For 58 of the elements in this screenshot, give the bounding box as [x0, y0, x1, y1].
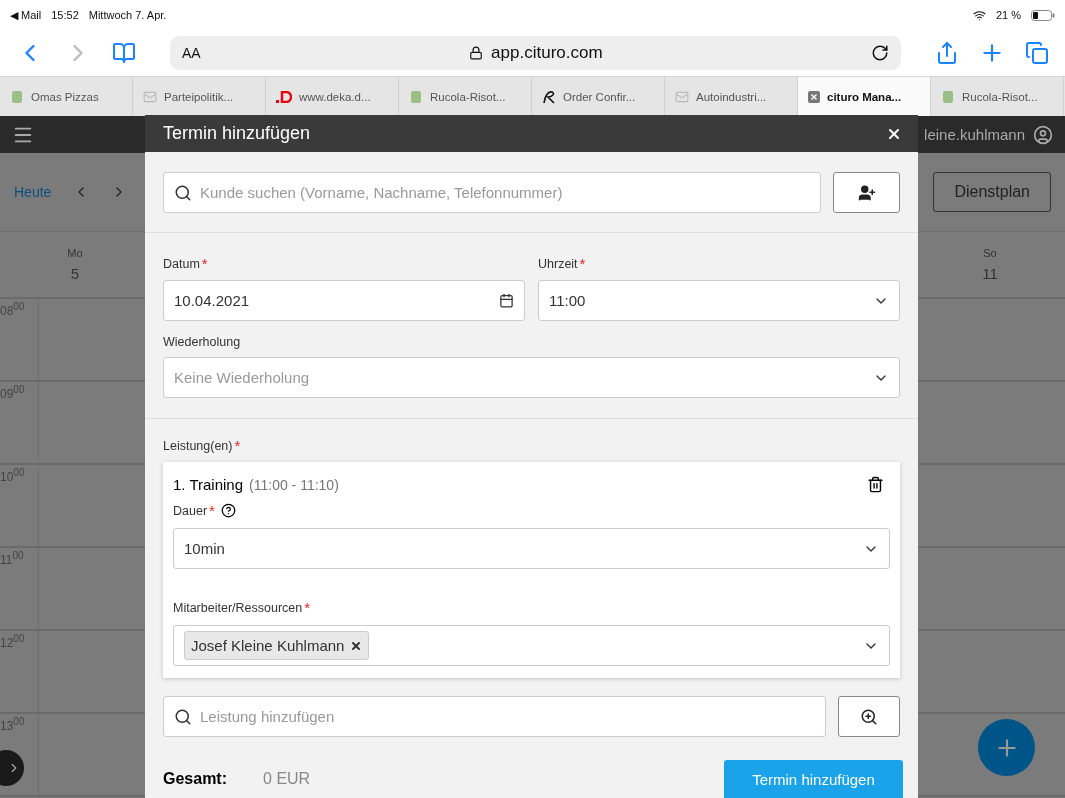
service-title: 1. Training [173, 476, 244, 493]
staff-tag: Josef Kleine Kuhlmann [184, 631, 370, 660]
service-time: (11:00 - 11:10) [249, 476, 339, 493]
lock-icon [469, 46, 484, 60]
clock: 15:52 [51, 9, 79, 21]
calendar-icon [499, 293, 514, 308]
required-mark: * [201, 255, 208, 272]
field-label: Datum [163, 256, 200, 271]
tabs-icon[interactable] [1025, 41, 1049, 65]
battery-level: 21 % [995, 9, 1021, 21]
weekday: Mo [67, 247, 83, 259]
search-icon [174, 183, 192, 202]
field-label: Wiederholung [163, 335, 241, 349]
mail-icon [143, 89, 157, 104]
duration-select[interactable]: 10min [173, 528, 890, 569]
battery-icon [1031, 9, 1055, 21]
required-mark: * [304, 599, 311, 616]
user-icon[interactable] [1033, 124, 1053, 145]
required-mark: * [234, 437, 241, 454]
url-text: app.cituro.com [491, 43, 603, 63]
wifi-icon [972, 8, 986, 22]
text-size-button[interactable]: AA [182, 45, 201, 61]
delete-icon[interactable] [867, 476, 884, 493]
add-customer-button[interactable] [833, 172, 900, 213]
logo-icon [276, 90, 292, 103]
field-label: Mitarbeiter/Ressourcen [173, 600, 303, 615]
remove-icon [350, 639, 363, 652]
share-icon[interactable] [935, 41, 959, 65]
mail-icon [675, 89, 689, 104]
user-name: leine.kuhlmann [924, 126, 1025, 143]
roster-button[interactable]: Dienstplan [933, 172, 1051, 212]
required-mark: * [209, 502, 215, 519]
required-mark: * [579, 255, 586, 272]
zoom-in-icon [860, 707, 878, 726]
browser-tab[interactable]: cituro Mana... [798, 77, 931, 116]
total-label: Gesamt: [163, 770, 228, 788]
total-amount: 0 EUR [263, 770, 311, 788]
day-number: 11 [982, 265, 998, 282]
logo-icon [542, 89, 556, 104]
add-user-icon [857, 183, 876, 202]
weekday: So [983, 247, 997, 259]
help-icon[interactable] [220, 503, 236, 518]
time-select[interactable]: 11:00 [538, 280, 900, 321]
staff-select[interactable]: Josef Kleine Kuhlmann [173, 625, 890, 666]
bookmarks-icon[interactable] [112, 41, 136, 65]
field-label: Uhrzeit [538, 256, 578, 271]
browse-services-button[interactable] [838, 696, 900, 737]
date: Mittwoch 7. Apr. [88, 9, 167, 21]
reload-icon[interactable] [871, 44, 889, 62]
field-label: Dauer [173, 503, 208, 518]
search-icon [174, 707, 192, 726]
address-bar[interactable]: AA app.cituro.com [170, 36, 901, 70]
back-link[interactable]: ◀ Mail [10, 8, 42, 22]
close-icon [808, 90, 820, 103]
field-label: Leistung(en) [163, 438, 233, 453]
modal-title: Termin hinzufügen [163, 123, 311, 144]
date-field[interactable]: 10.04.2021 [163, 280, 525, 321]
day-number: 5 [70, 265, 80, 282]
